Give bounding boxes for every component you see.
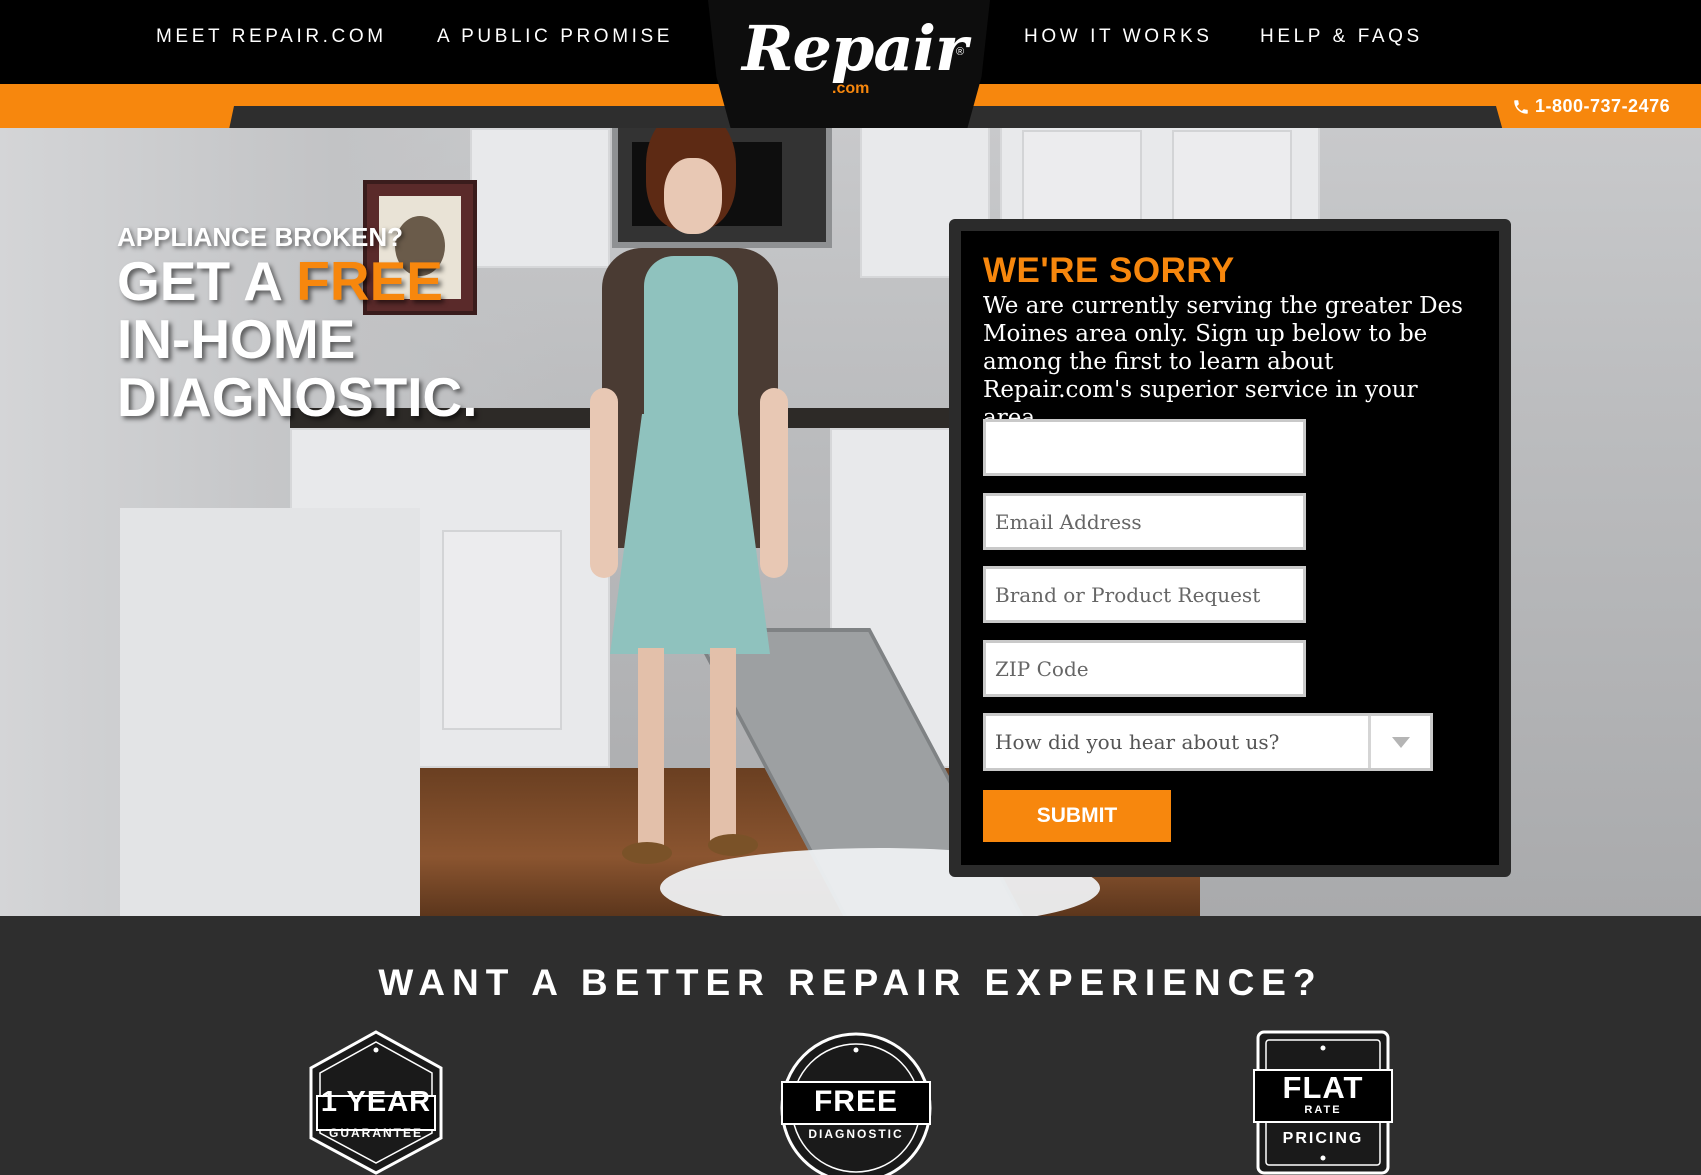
- hero-headline-get-a: GET A: [117, 250, 297, 312]
- orange-accent-tab-left: [0, 106, 234, 128]
- features-title: WANT A BETTER REPAIR EXPERIENCE?: [378, 962, 1323, 1003]
- hero-headline-in-home: IN-HOME: [117, 308, 356, 370]
- phone-icon: [1514, 99, 1528, 114]
- woman-figure: [560, 128, 820, 916]
- chevron-down-icon: [1391, 736, 1410, 748]
- select-dropdown-button[interactable]: [1368, 716, 1430, 768]
- badge-3-sub: PRICING: [1282, 1130, 1364, 1147]
- badge-1-sub: GUARANTEE: [328, 1126, 423, 1140]
- phone-link[interactable]: 1-800-737-2476: [1512, 96, 1670, 117]
- logo-dotcom: .com: [832, 80, 870, 97]
- guarantee-badge: 1 YEAR GUARANTEE: [307, 1030, 445, 1175]
- nav-link-meet-repair[interactable]: MEET REPAIR.COM: [156, 26, 387, 48]
- logo-wordmark[interactable]: Repair: [742, 18, 968, 80]
- referral-select-label: How did you hear about us?: [995, 730, 1280, 754]
- phone-number: 1-800-737-2476: [1535, 96, 1671, 116]
- nav-link-how-it-works[interactable]: HOW IT WORKS: [1024, 26, 1213, 48]
- badge-2-sub: DIAGNOSTIC: [808, 1127, 904, 1141]
- logo-registered-mark: ®: [956, 46, 965, 58]
- badge-3-main: FLAT: [1282, 1070, 1364, 1105]
- submit-button[interactable]: SUBMIT: [983, 790, 1171, 842]
- kitchen-island: [120, 508, 420, 916]
- free-diagnostic-badge: FREE DIAGNOSTIC: [778, 1030, 934, 1175]
- form-message: We are currently serving the greater Des…: [983, 293, 1463, 431]
- badge-1-main: 1 YEAR: [320, 1086, 432, 1118]
- brand-product-field[interactable]: [983, 566, 1306, 623]
- referral-source-select[interactable]: How did you hear about us?: [983, 713, 1433, 771]
- nav-link-public-promise[interactable]: A PUBLIC PROMISE: [437, 26, 673, 48]
- badge-3-mid: RATE: [1304, 1104, 1342, 1116]
- hero-headline-diagnostic: DIAGNOSTIC.: [117, 366, 478, 428]
- badge-2-main: FREE: [813, 1085, 898, 1118]
- form-title: WE'RE SORRY: [983, 251, 1235, 290]
- flat-rate-badge: FLAT RATE PRICING: [1252, 1030, 1394, 1175]
- name-field[interactable]: [983, 419, 1306, 476]
- hero-subheadline: APPLIANCE BROKEN?: [117, 222, 404, 252]
- hero-headline-free: FREE: [296, 250, 443, 312]
- zip-code-field[interactable]: [983, 640, 1306, 697]
- email-field[interactable]: [983, 493, 1306, 550]
- hero-headline: GET A FREE IN-HOME DIAGNOSTIC.: [117, 252, 478, 426]
- nav-link-help-faqs[interactable]: HELP & FAQS: [1260, 26, 1423, 48]
